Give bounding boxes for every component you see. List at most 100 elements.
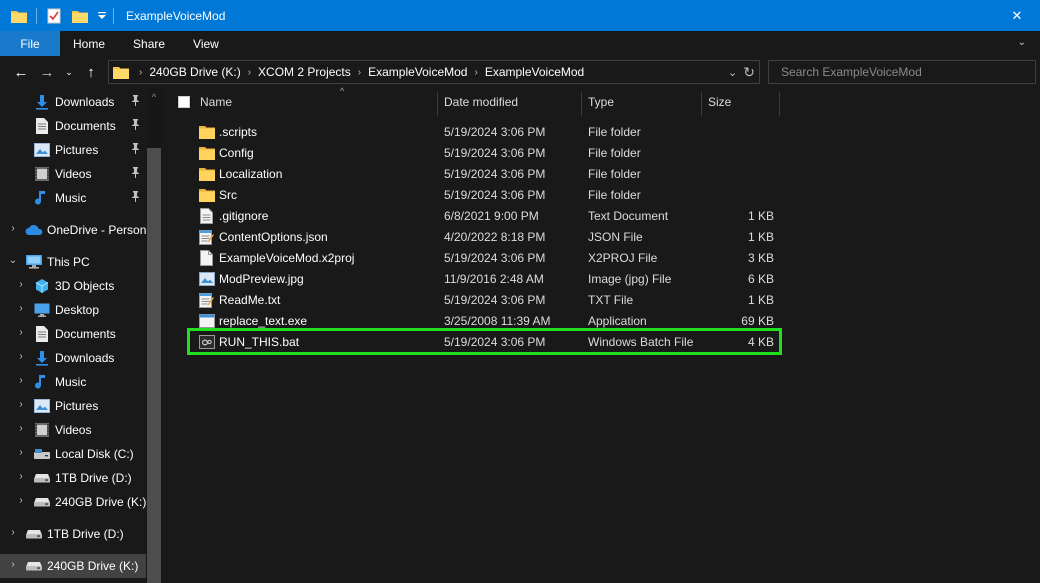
close-button[interactable]: ✕: [994, 0, 1040, 31]
file-row[interactable]: .scripts 5/19/2024 3:06 PM File folder: [188, 121, 780, 142]
tab-view[interactable]: View: [179, 31, 233, 56]
expand-ribbon-icon[interactable]: ⌄: [1018, 37, 1026, 48]
chevron-right-icon[interactable]: ›: [16, 495, 26, 506]
customize-toolbar-icon[interactable]: [97, 7, 107, 25]
file-row[interactable]: Src 5/19/2024 3:06 PM File folder: [188, 184, 780, 205]
file-type: Image (jpg) File: [588, 271, 672, 286]
chevron-right-icon[interactable]: ›: [16, 327, 26, 338]
sidebar-item[interactable]: › Local Disk (C:): [0, 442, 146, 466]
file-row[interactable]: ReadMe.txt 5/19/2024 3:06 PM TXT File 1 KB: [188, 289, 780, 310]
tab-home[interactable]: Home: [60, 31, 119, 56]
sidebar-item[interactable]: › 1TB Drive (D:): [0, 522, 146, 546]
sidebar-item-label: This PC: [47, 255, 90, 269]
column-size[interactable]: Size: [708, 88, 778, 116]
file-row[interactable]: .gitignore 6/8/2021 9:00 PM Text Document 1…: [188, 205, 780, 226]
breadcrumb-item[interactable]: ExampleVoiceMod: [485, 65, 584, 79]
sidebar-item-label: Pictures: [55, 399, 99, 413]
sidebar-item[interactable]: › Pictures: [0, 394, 146, 418]
chevron-right-icon[interactable]: ›: [8, 527, 18, 538]
sidebar-item[interactable]: ⌄ This PC: [0, 250, 146, 274]
chevron-right-icon[interactable]: ›: [16, 447, 26, 458]
chevron-right-icon[interactable]: ›: [8, 559, 18, 570]
sidebar-item[interactable]: › OneDrive - Persona: [0, 218, 153, 242]
file-row[interactable]: Config 5/19/2024 3:06 PM File folder: [188, 142, 780, 163]
sidebar-item[interactable]: › 240GB Drive (K:): [0, 554, 146, 578]
sidebar-item[interactable]: Downloads: [0, 90, 146, 114]
sidebar-item-label: Music: [55, 191, 87, 205]
search-box[interactable]: [768, 60, 1036, 84]
divider: [36, 7, 37, 24]
scrollbar-thumb[interactable]: [147, 148, 161, 583]
column-divider[interactable]: [779, 92, 780, 116]
onedrive-icon: [25, 221, 43, 239]
address-controls: ⌄ ↻: [728, 64, 755, 81]
column-type-label: Type: [588, 95, 615, 109]
file-row[interactable]: Localization 5/19/2024 3:06 PM File folder: [188, 163, 780, 184]
sidebar-item[interactable]: Pictures: [0, 138, 146, 162]
sidebar-item[interactable]: › Desktop: [0, 298, 146, 322]
scroll-up-icon[interactable]: ^: [146, 92, 162, 102]
address-bar[interactable]: › 240GB Drive (K:) › XCOM 2 Projects › E…: [108, 60, 760, 84]
chevron-right-icon[interactable]: ›: [16, 399, 26, 410]
sidebar-item[interactable]: Music: [0, 186, 146, 210]
sidebar-item[interactable]: › Documents: [0, 322, 146, 346]
properties-icon[interactable]: [45, 7, 63, 25]
sidebar-item[interactable]: › 1TB Drive (D:): [0, 466, 146, 490]
sidebar-item[interactable]: › 240GB Drive (K:): [0, 490, 146, 514]
file-row[interactable]: ContentOptions.json 4/20/2022 8:18 PM JSON…: [188, 226, 780, 247]
new-folder-icon[interactable]: [71, 7, 89, 25]
image-file-icon: [198, 270, 215, 287]
breadcrumb-item[interactable]: ExampleVoiceMod: [368, 65, 467, 79]
this-pc-icon: [25, 253, 43, 271]
file-size: [708, 163, 774, 184]
download-icon: [33, 93, 51, 111]
back-button[interactable]: ←: [8, 59, 34, 85]
sort-ascending-icon: ^: [340, 86, 345, 96]
tab-file[interactable]: File: [0, 31, 60, 56]
select-all-checkbox[interactable]: [178, 96, 190, 108]
tab-share[interactable]: Share: [119, 31, 179, 56]
column-name[interactable]: Name ^: [200, 86, 436, 116]
sidebar-item[interactable]: › 3D Objects: [0, 274, 146, 298]
desktop-icon: [33, 301, 51, 319]
sidebar-item[interactable]: › Music: [0, 370, 146, 394]
chevron-right-icon[interactable]: ›: [16, 423, 26, 434]
sidebar-item[interactable]: › Downloads: [0, 346, 146, 370]
sidebar-item[interactable]: › Videos: [0, 418, 146, 442]
chevron-down-icon[interactable]: ⌄: [8, 255, 18, 266]
column-date-modified[interactable]: Date modified: [444, 88, 580, 116]
sidebar-item[interactable]: Documents: [0, 114, 146, 138]
3d-objects-icon: [33, 277, 51, 295]
file-date-modified: 5/19/2024 3:06 PM: [444, 145, 546, 160]
breadcrumb-item[interactable]: XCOM 2 Projects: [258, 65, 351, 79]
divider: [113, 7, 114, 24]
search-input[interactable]: [769, 61, 1035, 83]
sidebar-scrollbar[interactable]: ^: [146, 88, 162, 583]
file-row[interactable]: ModPreview.jpg 11/9/2016 2:48 AM Image (jp…: [188, 268, 780, 289]
column-divider[interactable]: [581, 92, 582, 116]
column-divider[interactable]: [437, 92, 438, 116]
drive-icon: [25, 557, 43, 575]
videos-icon: [33, 165, 51, 183]
up-button[interactable]: ↑: [78, 59, 104, 85]
chevron-right-icon[interactable]: ›: [16, 375, 26, 386]
column-divider[interactable]: [701, 92, 702, 116]
file-size: [708, 184, 774, 205]
recent-locations-button[interactable]: ⌄: [60, 59, 78, 85]
file-row[interactable]: ExampleVoiceMod.x2proj 5/19/2024 3:06 PM X…: [188, 247, 780, 268]
folder-icon[interactable]: [10, 7, 28, 25]
column-type[interactable]: Type: [588, 88, 700, 116]
forward-button[interactable]: →: [34, 59, 60, 85]
file-size: 1 KB: [747, 208, 774, 223]
file-type: X2PROJ File: [588, 250, 658, 265]
breadcrumb-item[interactable]: 240GB Drive (K:): [149, 65, 240, 79]
chevron-right-icon[interactable]: ›: [16, 351, 26, 362]
chevron-right-icon[interactable]: ›: [16, 279, 26, 290]
address-dropdown-icon[interactable]: ⌄: [728, 66, 737, 79]
file-type: TXT File: [588, 292, 634, 307]
sidebar-item[interactable]: Videos: [0, 162, 146, 186]
chevron-right-icon[interactable]: ›: [8, 223, 18, 234]
chevron-right-icon[interactable]: ›: [16, 303, 26, 314]
refresh-icon[interactable]: ↻: [743, 64, 755, 81]
chevron-right-icon[interactable]: ›: [16, 471, 26, 482]
